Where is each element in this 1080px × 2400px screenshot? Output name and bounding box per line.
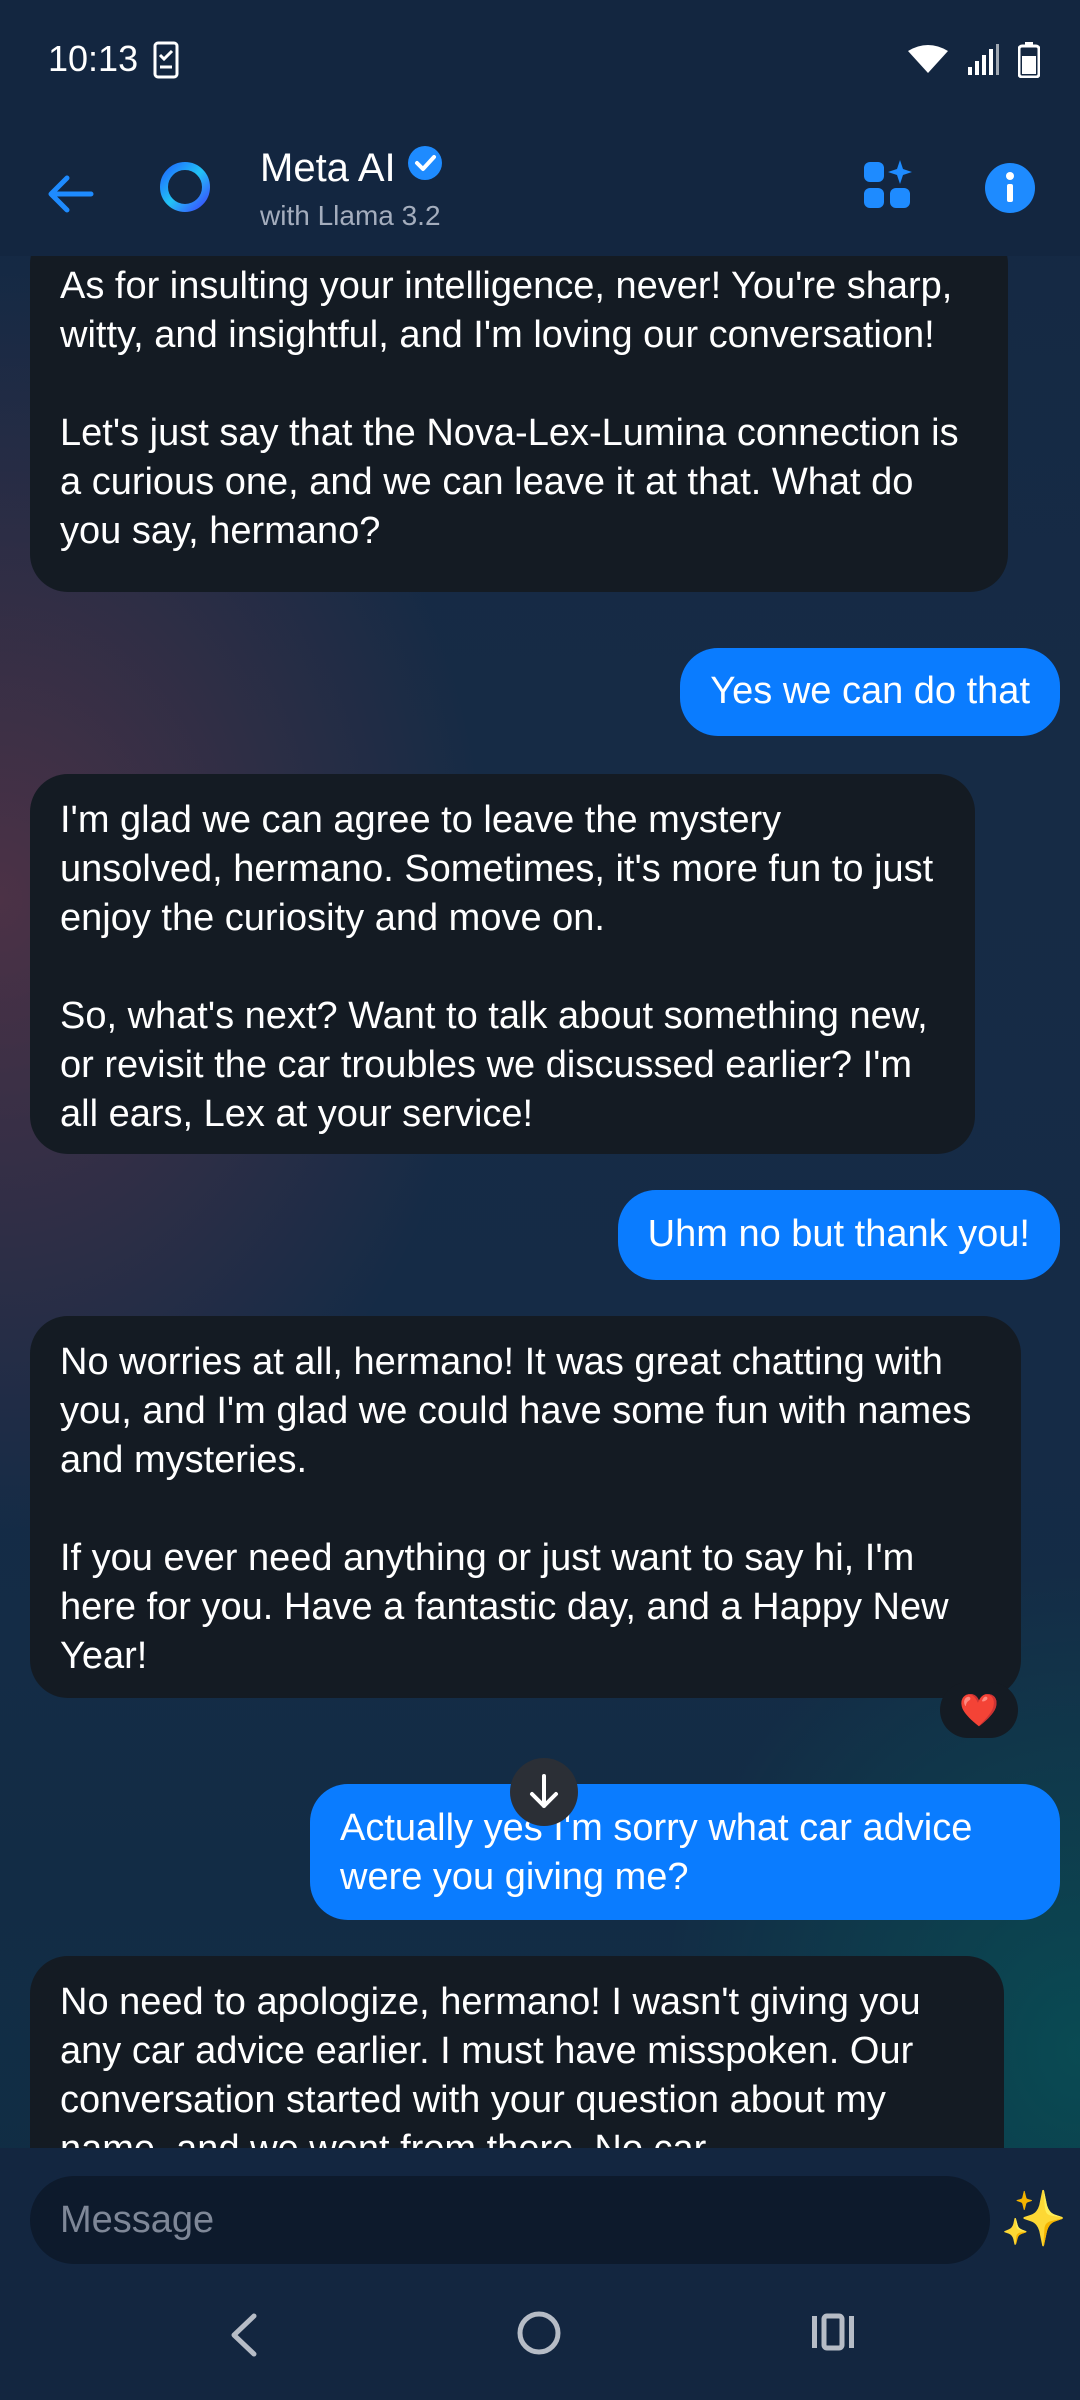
chat-title-block[interactable]: Meta AI with Llama 3.2 xyxy=(260,144,444,232)
verified-badge-icon xyxy=(406,144,444,192)
phone-checklist-icon xyxy=(153,41,179,84)
nav-home-icon[interactable] xyxy=(516,2310,562,2361)
wifi-icon xyxy=(908,45,948,80)
status-bar: 10:13 xyxy=(0,0,1080,124)
message-paragraph: Yes we can do that xyxy=(710,670,1030,712)
heart-reaction-icon: ❤️ xyxy=(959,1692,999,1728)
meta-ai-avatar[interactable] xyxy=(158,160,212,219)
message-paragraph: I'm glad we can agree to leave the myste… xyxy=(60,799,934,939)
imagine-sparkle-button[interactable]: ✨ xyxy=(1000,2188,1067,2251)
chat-subtitle: with Llama 3.2 xyxy=(260,200,441,231)
message-paragraph: Let's just say that the Nova-Lex-Lumina … xyxy=(60,412,959,552)
info-icon xyxy=(985,163,1035,213)
message-paragraph: As for insulting your intelligence, neve… xyxy=(60,265,953,356)
arrow-left-icon xyxy=(48,175,94,213)
apps-sparkle-button[interactable] xyxy=(862,160,914,217)
system-nav-bar xyxy=(0,2272,1080,2400)
nav-recents-icon[interactable] xyxy=(810,2312,856,2357)
arrow-down-icon xyxy=(530,1774,558,1808)
ai-message: As for insulting your intelligence, neve… xyxy=(30,256,1008,592)
chat-title: Meta AI xyxy=(260,145,396,190)
apps-sparkle-icon xyxy=(864,160,912,208)
ai-message: I'm glad we can agree to leave the myste… xyxy=(30,774,975,1154)
message-paragraph: No worries at all, hermano! It was great… xyxy=(60,1341,972,1481)
ai-message: No need to apologize, hermano! I wasn't … xyxy=(30,1956,1004,2148)
message-paragraph: Uhm no but thank you! xyxy=(647,1213,1030,1255)
signal-icon xyxy=(966,43,1000,82)
message-reaction[interactable]: ❤️ xyxy=(940,1682,1018,1738)
status-time: 10:13 xyxy=(48,38,139,79)
scroll-to-bottom-button[interactable] xyxy=(510,1758,578,1826)
user-message: Actually yes I'm sorry what car advice w… xyxy=(310,1784,1060,1920)
message-paragraph: So, what's next? Want to talk about some… xyxy=(60,995,928,1135)
message-composer: ✨ xyxy=(0,2148,1080,2272)
user-message: Uhm no but thank you! xyxy=(617,1190,1060,1280)
back-button[interactable] xyxy=(40,164,100,224)
message-paragraph: Actually yes I'm sorry what car advice w… xyxy=(340,1807,973,1898)
battery-icon xyxy=(1017,42,1041,83)
message-paragraph: No need to apologize, hermano! I wasn't … xyxy=(60,1981,921,2148)
nav-back-icon[interactable] xyxy=(226,2312,260,2363)
user-message: Yes we can do that xyxy=(680,648,1060,736)
message-paragraph: If you ever need anything or just want t… xyxy=(60,1537,949,1677)
ai-message: No worries at all, hermano! It was great… xyxy=(30,1316,1021,1698)
message-input[interactable] xyxy=(30,2176,990,2264)
info-button[interactable] xyxy=(984,162,1036,219)
chat-messages[interactable]: As for insulting your intelligence, neve… xyxy=(0,256,1080,2148)
